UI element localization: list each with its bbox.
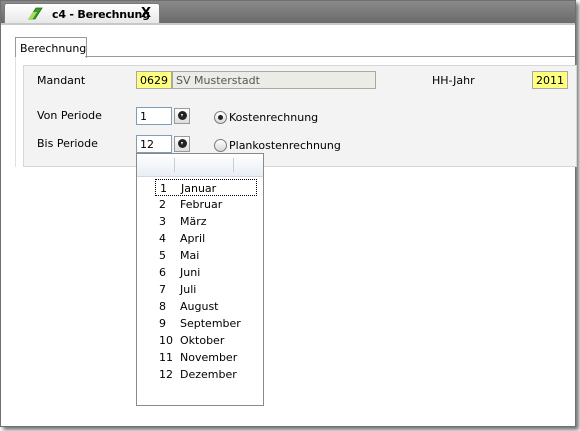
dropdown-item-number: 9	[159, 317, 166, 330]
dropdown-item-month: Juni	[180, 266, 201, 279]
dropdown-item[interactable]: 11 November	[155, 349, 257, 366]
dropdown-item[interactable]: 6 Juni	[155, 264, 257, 281]
dropdown-item[interactable]: 3 März	[155, 213, 257, 230]
bis-periode-field[interactable]: 12	[136, 135, 172, 153]
dropdown-item-number: 5	[159, 249, 166, 262]
mandant-name-field: SV Musterstadt	[172, 71, 376, 89]
von-periode-label: Von Periode	[37, 109, 102, 122]
tab-strip-divider	[1, 23, 575, 25]
radio-kostenrechnung-label[interactable]: Kostenrechnung	[229, 111, 318, 124]
dropdown-arrow-icon	[178, 139, 187, 148]
document-tab-strip: c4 - Berechnung X	[1, 1, 575, 24]
dropdown-item-month: Oktober	[180, 334, 225, 347]
dropdown-item[interactable]: 7 Juli	[155, 281, 257, 298]
hh-jahr-field[interactable]: 2011	[532, 71, 568, 89]
tab-panel-left-border	[15, 57, 16, 167]
dropdown-item-number: 2	[159, 198, 166, 211]
dropdown-header-separator	[174, 158, 175, 172]
bis-periode-dropdown-button[interactable]	[174, 136, 190, 152]
mandant-code-field[interactable]: 0629	[136, 71, 172, 89]
dropdown-header-separator	[233, 158, 234, 172]
dropdown-item-number: 4	[159, 232, 166, 245]
dropdown-item[interactable]: 5 Mai	[155, 247, 257, 264]
von-periode-dropdown-button[interactable]	[174, 108, 190, 124]
dropdown-item-month: August	[180, 300, 219, 313]
dropdown-item-number: 12	[159, 368, 173, 381]
document-tab-title: c4 - Berechnung	[52, 8, 150, 21]
application-window: c4 - Berechnung X Berechnung Mandant 062…	[0, 0, 577, 427]
tab-berechnung-label: Berechnung	[20, 42, 87, 55]
dropdown-item-month: November	[180, 351, 238, 364]
dropdown-header	[137, 154, 263, 177]
dropdown-item-month: Januar	[181, 182, 217, 195]
dropdown-item-month: März	[180, 215, 207, 228]
radio-plankostenrechnung[interactable]	[214, 139, 227, 152]
dropdown-item-number: 1	[160, 182, 167, 195]
dropdown-item-month: September	[180, 317, 241, 330]
dropdown-item-month: April	[180, 232, 206, 245]
dropdown-item-month: Dezember	[180, 368, 237, 381]
dropdown-item-number: 11	[159, 351, 173, 364]
app-document-icon	[28, 7, 43, 20]
radio-plankostenrechnung-label[interactable]: Plankostenrechnung	[229, 139, 341, 152]
dropdown-item[interactable]: 4 April	[155, 230, 257, 247]
bis-periode-dropdown-list[interactable]: 1 Januar 2 Februar 3 März 4 April 5 Mai 6 Juni 7 Juli…	[136, 153, 264, 406]
von-periode-field[interactable]: 1	[136, 107, 172, 125]
dropdown-item[interactable]: 8 August	[155, 298, 257, 315]
document-tab[interactable]: c4 - Berechnung X	[4, 3, 160, 24]
dropdown-item-number: 3	[159, 215, 166, 228]
dropdown-item-month: Februar	[180, 198, 223, 211]
dropdown-item-month: Mai	[180, 249, 200, 262]
tab-berechnung[interactable]: Berechnung	[15, 37, 87, 58]
bis-periode-label: Bis Periode	[37, 137, 98, 150]
dropdown-item[interactable]: 10 Oktober	[155, 332, 257, 349]
mandant-label: Mandant	[37, 74, 86, 87]
close-icon[interactable]: X	[141, 6, 151, 21]
dropdown-item[interactable]: 2 Februar	[155, 196, 257, 213]
dropdown-item-number: 7	[159, 283, 166, 296]
radio-kostenrechnung[interactable]	[214, 111, 227, 124]
dropdown-item-month: Juli	[180, 283, 197, 296]
dropdown-item[interactable]: 12 Dezember	[155, 366, 257, 383]
dropdown-item-number: 8	[159, 300, 166, 313]
dropdown-item[interactable]: 9 September	[155, 315, 257, 332]
dropdown-item-number: 10	[159, 334, 173, 347]
hh-jahr-label: HH-Jahr	[432, 74, 475, 87]
tab-panel-border	[85, 56, 575, 57]
dropdown-arrow-icon	[178, 111, 187, 120]
dropdown-item[interactable]: 1 Januar	[155, 179, 257, 196]
dropdown-item-number: 6	[159, 266, 166, 279]
